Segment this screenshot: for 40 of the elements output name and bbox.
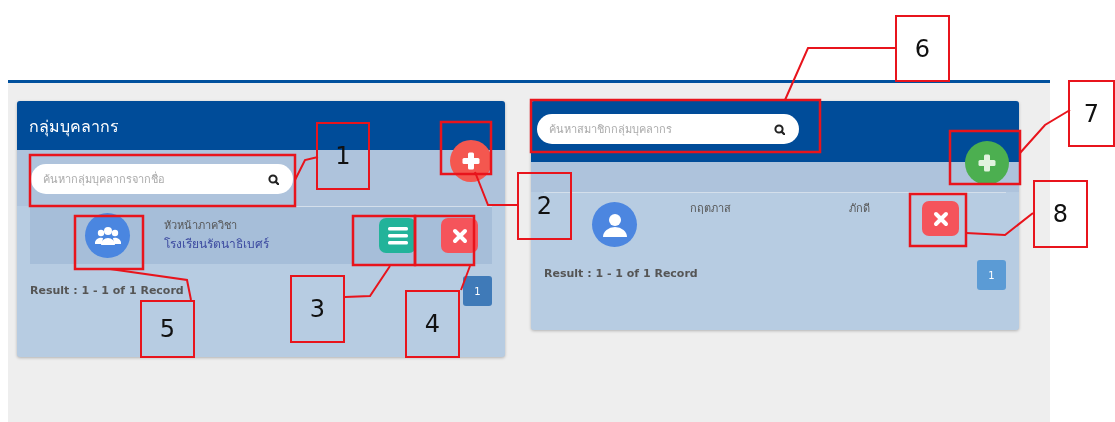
delete-button[interactable] <box>441 218 478 253</box>
search-field[interactable]: ค้นหากลุ่มบุคลากรจากชื่อ <box>31 164 293 194</box>
leader-line <box>460 265 471 291</box>
leader-line <box>965 212 1034 236</box>
result-text: Result : 1 - 1 of 1 Record <box>544 266 698 282</box>
callout-number: 3 <box>290 275 345 343</box>
highlight-frame <box>351 214 417 267</box>
callout-number: 2 <box>517 172 572 240</box>
leader-line <box>344 265 391 298</box>
last-name: ภักดี <box>849 201 870 217</box>
panel-title: กลุ่มบุคลากร <box>29 117 119 136</box>
search-icon <box>774 124 785 135</box>
close-icon <box>450 226 469 245</box>
people-icon <box>94 225 121 246</box>
callout-number: 1 <box>316 122 370 190</box>
menu-button[interactable] <box>379 218 416 253</box>
result-text: Result : 1 - 1 of 1 Record <box>30 282 184 299</box>
person-icon <box>602 212 627 237</box>
callout-number: 5 <box>140 300 195 358</box>
menu-icon <box>387 226 408 245</box>
close-icon <box>931 209 950 228</box>
delete-button[interactable] <box>922 201 959 236</box>
callout-number: 7 <box>1068 80 1115 147</box>
highlight-frame <box>413 214 476 267</box>
leader-line <box>294 156 319 181</box>
page-button[interactable]: 1 <box>977 260 1006 290</box>
highlight-frame <box>439 120 493 176</box>
highlight-frame <box>73 214 145 271</box>
leader-line <box>474 171 518 206</box>
page-button[interactable]: 1 <box>463 276 492 306</box>
callout-number: 4 <box>405 290 460 358</box>
leader-line <box>1019 109 1071 154</box>
position-text: หัวหน้าภาควิชา <box>164 218 238 235</box>
first-name: กฤตภาส <box>690 201 731 217</box>
school-text: โรงเรียนรัตนาธิเบศร์ <box>164 235 269 253</box>
search-field[interactable]: ค้นหาสมาชิกกลุ่มบุคลากร <box>537 114 799 144</box>
callout-number: 8 <box>1033 180 1088 248</box>
highlight-frame <box>908 192 968 248</box>
search-icon <box>268 174 279 185</box>
callout-number: 6 <box>895 15 950 82</box>
